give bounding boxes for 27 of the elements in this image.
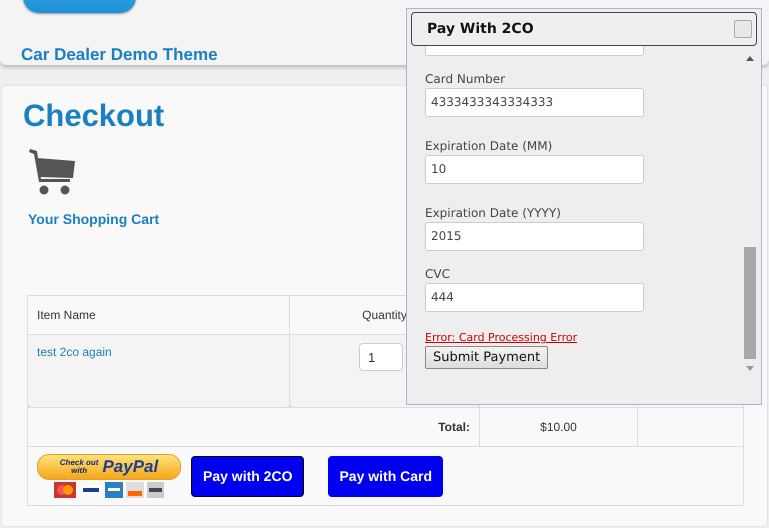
column-header: Item Name	[28, 296, 290, 334]
site-title[interactable]: Car Dealer Demo Theme	[21, 45, 218, 65]
total-value: $10.00	[540, 420, 577, 434]
pay-button[interactable]: Pay with 2CO	[191, 456, 304, 496]
input-field[interactable]: 10	[425, 155, 644, 184]
scroll-up-icon[interactable]	[746, 56, 754, 61]
item-link[interactable]: test 2co again	[37, 345, 112, 359]
field-label: Card Number	[425, 72, 506, 86]
field-label: Expiration Date (YYYY)	[425, 206, 561, 220]
shopping-cart-icon	[28, 147, 76, 197]
field-label: CVC	[425, 267, 450, 281]
scrollbar-thumb[interactable]	[744, 247, 756, 359]
close-button[interactable]	[734, 20, 752, 38]
scroll-down-icon[interactable]	[746, 366, 754, 371]
input-field[interactable]: 2015	[425, 222, 644, 251]
card-logos-icon	[54, 482, 164, 498]
dialog-title: Pay With 2CO	[427, 21, 534, 37]
input-field[interactable]: 444	[425, 283, 644, 312]
submit-button[interactable]: Submit Payment	[425, 346, 548, 369]
cart-label: Your Shopping Cart	[28, 211, 160, 227]
page-heading: Checkout	[23, 98, 164, 134]
total-label: Total:	[438, 420, 470, 434]
input-field[interactable]: 4333433343334333	[425, 88, 644, 117]
input-field[interactable]	[425, 46, 644, 56]
pay-button[interactable]: Pay with Card	[328, 456, 444, 496]
field-label: Expiration Date (MM)	[425, 139, 552, 153]
quantity-field[interactable]: 1	[359, 343, 403, 371]
